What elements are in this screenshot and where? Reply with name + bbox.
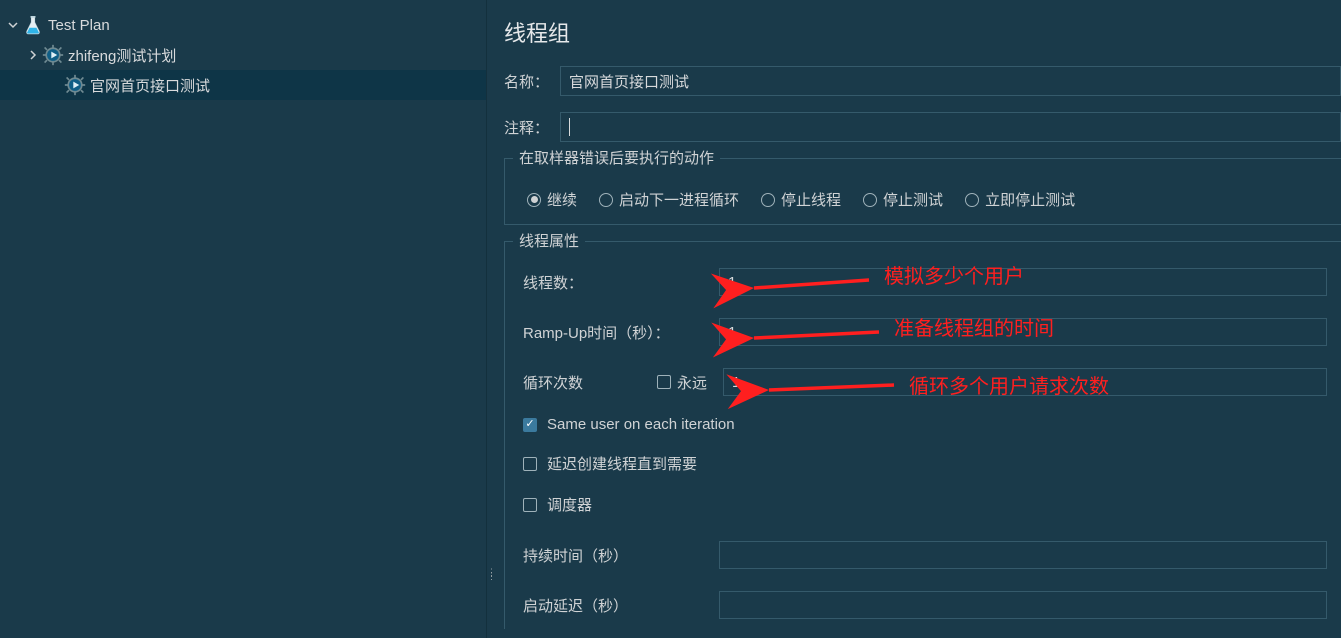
thread-props-grid: 线程数： Ramp-Up时间（秒）： 循环次数 永远 <box>519 268 1327 396</box>
tree-item-test-plan[interactable]: Test Plan <box>0 10 486 40</box>
tree-item-zhifeng-plan[interactable]: zhifeng测试计划 <box>0 40 486 70</box>
scheduler-checkbox[interactable]: 调度器 <box>519 494 1327 515</box>
group-thread-props-legend: 线程属性 <box>513 230 585 251</box>
chevron-right-icon[interactable] <box>26 48 40 62</box>
radio-stop-test[interactable]: 停止测试 <box>863 189 943 210</box>
tree-toggle-empty <box>48 78 62 92</box>
radio-icon <box>863 193 877 207</box>
checkbox-icon <box>657 375 671 389</box>
radio-next-loop[interactable]: 启动下一进程循环 <box>599 189 739 210</box>
thread-group-editor: 线程组 名称： 注释： 在取样器错误后要执行的动作 继续 启动下一进程循环 <box>494 0 1341 638</box>
page-title: 线程组 <box>504 16 1341 48</box>
radio-label: 立即停止测试 <box>985 189 1075 210</box>
comment-input[interactable] <box>560 112 1341 142</box>
chevron-down-icon[interactable] <box>6 18 20 32</box>
radio-icon <box>965 193 979 207</box>
tree-panel: Test Plan <box>0 0 487 638</box>
text-caret-icon <box>569 118 570 136</box>
checkbox-icon <box>523 418 537 432</box>
radio-stop-test-now[interactable]: 立即停止测试 <box>965 189 1075 210</box>
same-user-checkbox[interactable]: Same user on each iteration <box>519 416 1327 433</box>
radio-row-on-error: 继续 启动下一进程循环 停止线程 停止测试 立即停止测试 <box>519 179 1327 212</box>
radio-stop-thread[interactable]: 停止线程 <box>761 189 841 210</box>
rampup-input[interactable] <box>719 318 1327 346</box>
loop-forever-label: 永远 <box>677 372 707 393</box>
comment-label: 注释： <box>504 117 560 138</box>
radio-label: 启动下一进程循环 <box>619 189 739 210</box>
radio-label: 停止线程 <box>781 189 841 210</box>
checkbox-icon <box>523 457 537 471</box>
delay-create-checkbox[interactable]: 延迟创建线程直到需要 <box>519 453 1327 474</box>
gear-play-icon <box>42 44 64 66</box>
threads-label: 线程数： <box>519 272 719 293</box>
startup-delay-input[interactable] <box>719 591 1327 619</box>
group-thread-props: 线程属性 线程数： Ramp-Up时间（秒）： 循环次数 永远 Same use <box>504 241 1341 629</box>
duration-input[interactable] <box>719 541 1327 569</box>
row-comment: 注释： <box>500 112 1341 142</box>
row-name: 名称： <box>500 66 1341 96</box>
flask-icon <box>22 14 44 36</box>
rampup-label: Ramp-Up时间（秒）： <box>519 322 719 343</box>
radio-icon <box>599 193 613 207</box>
group-on-error: 在取样器错误后要执行的动作 继续 启动下一进程循环 停止线程 停止测试 <box>504 158 1341 225</box>
loop-forever-checkbox[interactable]: 永远 <box>657 372 707 393</box>
scheduler-label: 调度器 <box>547 494 592 515</box>
group-on-error-legend: 在取样器错误后要执行的动作 <box>513 147 720 168</box>
loop-input[interactable] <box>723 368 1327 396</box>
panel-splitter[interactable]: ⋮⋮ <box>487 0 494 638</box>
startup-delay-label: 启动延迟（秒） <box>519 595 719 616</box>
loop-cell: 永远 <box>719 368 1327 396</box>
radio-icon <box>527 193 541 207</box>
tree-item-label: Test Plan <box>48 17 110 34</box>
radio-icon <box>761 193 775 207</box>
duration-label: 持续时间（秒） <box>519 545 719 566</box>
name-label: 名称： <box>504 71 560 92</box>
tree-item-label: 官网首页接口测试 <box>90 75 210 96</box>
radio-label: 继续 <box>547 189 577 210</box>
app-root: Test Plan <box>0 0 1341 638</box>
gear-play-icon <box>64 74 86 96</box>
checkbox-icon <box>523 498 537 512</box>
name-input[interactable] <box>560 66 1341 96</box>
scheduler-subprops: 持续时间（秒） 启动延迟（秒） <box>519 541 1327 619</box>
radio-label: 停止测试 <box>883 189 943 210</box>
same-user-label: Same user on each iteration <box>547 416 735 433</box>
threads-input[interactable] <box>719 268 1327 296</box>
delay-create-label: 延迟创建线程直到需要 <box>547 453 697 474</box>
tree-item-thread-group[interactable]: 官网首页接口测试 <box>0 70 486 100</box>
tree-item-label: zhifeng测试计划 <box>68 45 176 66</box>
radio-continue[interactable]: 继续 <box>527 189 577 210</box>
